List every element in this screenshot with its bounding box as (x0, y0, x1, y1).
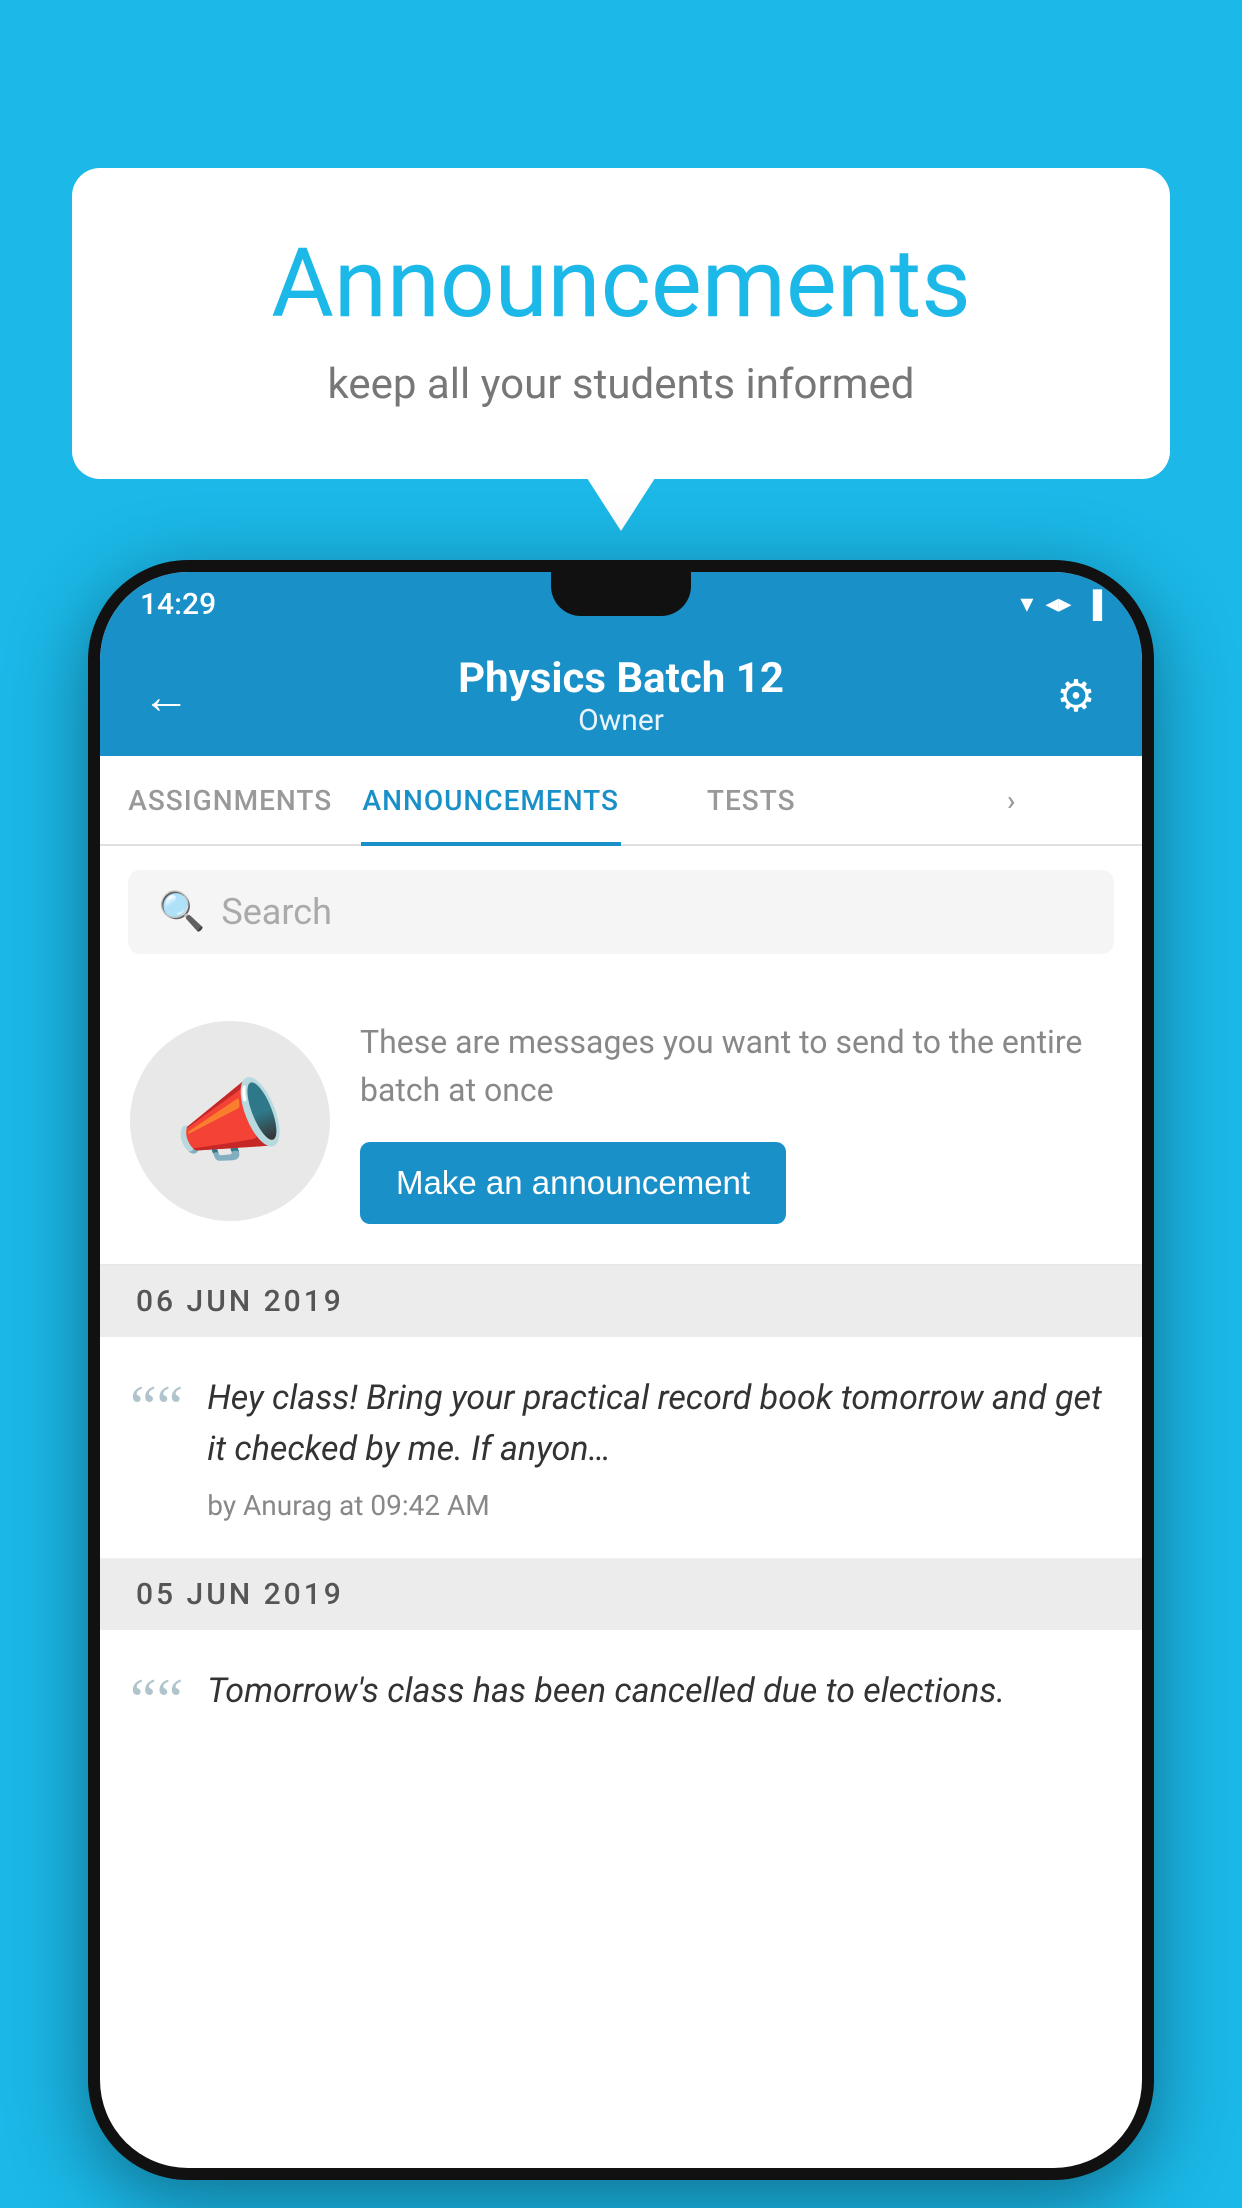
app-bar-title: Physics Batch 12 (458, 654, 784, 703)
date-separator-1: 06 JUN 2019 (100, 1266, 1142, 1337)
announcement-content-1: Hey class! Bring your practical record b… (207, 1373, 1112, 1522)
app-bar-subtitle: Owner (458, 703, 784, 738)
status-time: 14:29 (140, 587, 216, 622)
settings-icon[interactable]: ⚙ (1046, 670, 1106, 722)
signal-icon: ◂▸ (1045, 589, 1071, 619)
tabs: ASSIGNMENTS ANNOUNCEMENTS TESTS › (100, 756, 1142, 846)
tab-more[interactable]: › (882, 756, 1143, 844)
announcement-content-2: Tomorrow's class has been cancelled due … (207, 1666, 1112, 1731)
announcement-text-1: Hey class! Bring your practical record b… (207, 1373, 1112, 1475)
speech-bubble: Announcements keep all your students inf… (72, 168, 1170, 479)
app-bar-title-area: Physics Batch 12 Owner (458, 654, 784, 738)
announcement-text-2: Tomorrow's class has been cancelled due … (207, 1666, 1112, 1717)
notch (551, 572, 691, 616)
status-icons: ▾ ◂▸ ▐ (1020, 589, 1102, 620)
phone-frame: 14:29 ▾ ◂▸ ▐ ← Physics Batch 12 Owner ⚙ … (88, 560, 1154, 2180)
search-icon: 🔍 (158, 890, 205, 934)
search-placeholder: Search (221, 891, 332, 933)
date-separator-2: 05 JUN 2019 (100, 1559, 1142, 1630)
megaphone-icon: 📣 (174, 1069, 286, 1174)
bubble-title: Announcements (152, 228, 1090, 340)
promo-right: These are messages you want to send to t… (360, 1018, 1112, 1224)
status-bar: 14:29 ▾ ◂▸ ▐ (100, 572, 1142, 636)
promo-description: These are messages you want to send to t… (360, 1018, 1112, 1114)
phone-screen: 14:29 ▾ ◂▸ ▐ ← Physics Batch 12 Owner ⚙ … (100, 572, 1142, 2168)
promo-area: 📣 These are messages you want to send to… (100, 978, 1142, 1266)
search-bar[interactable]: 🔍 Search (128, 870, 1114, 954)
make-announcement-button[interactable]: Make an announcement (360, 1142, 786, 1224)
wifi-icon: ▾ (1020, 589, 1033, 619)
bubble-subtitle: keep all your students informed (152, 360, 1090, 409)
announcement-item-2[interactable]: ““ Tomorrow's class has been cancelled d… (100, 1630, 1142, 1751)
tab-announcements[interactable]: ANNOUNCEMENTS (361, 756, 622, 844)
back-button[interactable]: ← (136, 668, 196, 725)
quote-icon-2: ““ (130, 1670, 183, 1730)
app-bar: ← Physics Batch 12 Owner ⚙ (100, 636, 1142, 756)
quote-icon-1: ““ (130, 1377, 183, 1437)
tab-tests[interactable]: TESTS (621, 756, 882, 844)
battery-icon: ▐ (1084, 589, 1102, 620)
announcement-item-1[interactable]: ““ Hey class! Bring your practical recor… (100, 1337, 1142, 1559)
tab-assignments[interactable]: ASSIGNMENTS (100, 756, 361, 844)
promo-icon-circle: 📣 (130, 1021, 330, 1221)
announcement-meta-1: by Anurag at 09:42 AM (207, 1489, 1112, 1522)
